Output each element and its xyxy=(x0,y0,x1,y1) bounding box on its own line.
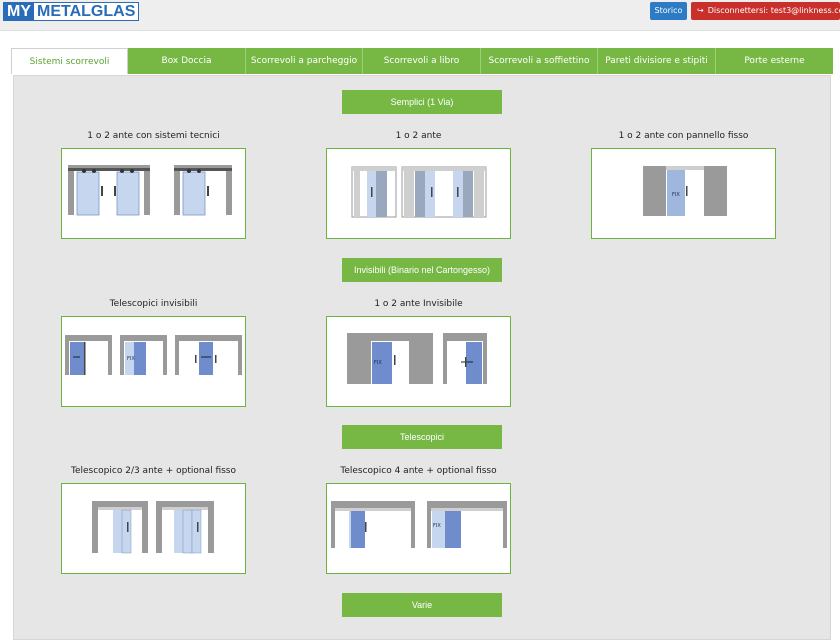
logo-my: MY xyxy=(4,3,34,20)
tab-scorrevoli-parcheggio[interactable]: Scorrevoli a parcheggio xyxy=(246,48,363,74)
logout-label: Disconnettersi: test3@linkness.com xyxy=(707,6,840,15)
logo-metalglas: METALGLAS xyxy=(34,3,139,20)
section-semplici-button[interactable]: Semplici (1 Via) xyxy=(342,90,502,114)
two-doors-technical-illustration[interactable] xyxy=(61,148,246,239)
storico-button[interactable]: Storico xyxy=(650,2,687,20)
section-telescopici-button[interactable]: Telescopici xyxy=(342,425,502,449)
item-label: 1 o 2 ante con pannello fisso xyxy=(618,131,749,141)
invisible-doors-illustration[interactable]: FIX xyxy=(326,316,511,407)
item-label: Telescopici invisibili xyxy=(109,299,198,309)
top-bar: MY METALGLAS Storico ↪ Disconnettersi: tes… xyxy=(0,0,840,31)
tab-scorrevoli-libro[interactable]: Scorrevoli a libro xyxy=(363,48,481,74)
telescopic-4-illustration[interactable]: FIX xyxy=(326,483,511,574)
invisible-telescopic-illustration[interactable]: FIX xyxy=(61,316,246,407)
category-tabs: Sistemi scorrevoli Box Doccia Scorrevoli… xyxy=(11,48,833,74)
tab-scorrevoli-soffiettino[interactable]: Scorrevoli a soffiettino xyxy=(481,48,598,74)
logout-button[interactable]: ↪ Disconnettersi: test3@linkness.com xyxy=(691,2,840,20)
logo[interactable]: MY METALGLAS xyxy=(3,2,140,21)
section-varie-button[interactable]: Varie xyxy=(342,593,502,617)
tab-box-doccia[interactable]: Box Doccia xyxy=(128,48,246,74)
fix-label: FIX xyxy=(374,360,382,366)
content-panel: Semplici (1 Via) 1 o 2 ante con sistemi … xyxy=(13,75,831,640)
fix-label: FIX xyxy=(127,356,135,362)
tab-porte-esterne[interactable]: Porte esterne xyxy=(716,48,833,74)
door-with-fixed-panel-illustration[interactable]: FIX xyxy=(591,148,776,239)
tab-pareti-divisiore[interactable]: Pareti divisiore e stipiti xyxy=(598,48,716,74)
one-two-doors-illustration[interactable] xyxy=(326,148,511,239)
item-label: 1 o 2 ante Invisibile xyxy=(374,299,463,309)
telescopic-2-3-illustration[interactable] xyxy=(61,483,246,574)
fix-label: FIX xyxy=(433,523,441,529)
section-invisibili-button[interactable]: Invisibili (Binario nel Cartongesso) xyxy=(342,258,502,282)
sign-out-icon: ↪ xyxy=(697,6,704,15)
item-label: Telescopico 2/3 ante + optional fisso xyxy=(71,466,236,476)
item-label: 1 o 2 ante con sistemi tecnici xyxy=(87,131,220,141)
item-label: Telescopico 4 ante + optional fisso xyxy=(340,466,497,476)
fix-label: FIX xyxy=(672,192,680,198)
tab-sistemi-scorrevoli[interactable]: Sistemi scorrevoli xyxy=(11,48,128,74)
item-label: 1 o 2 ante xyxy=(395,131,442,141)
